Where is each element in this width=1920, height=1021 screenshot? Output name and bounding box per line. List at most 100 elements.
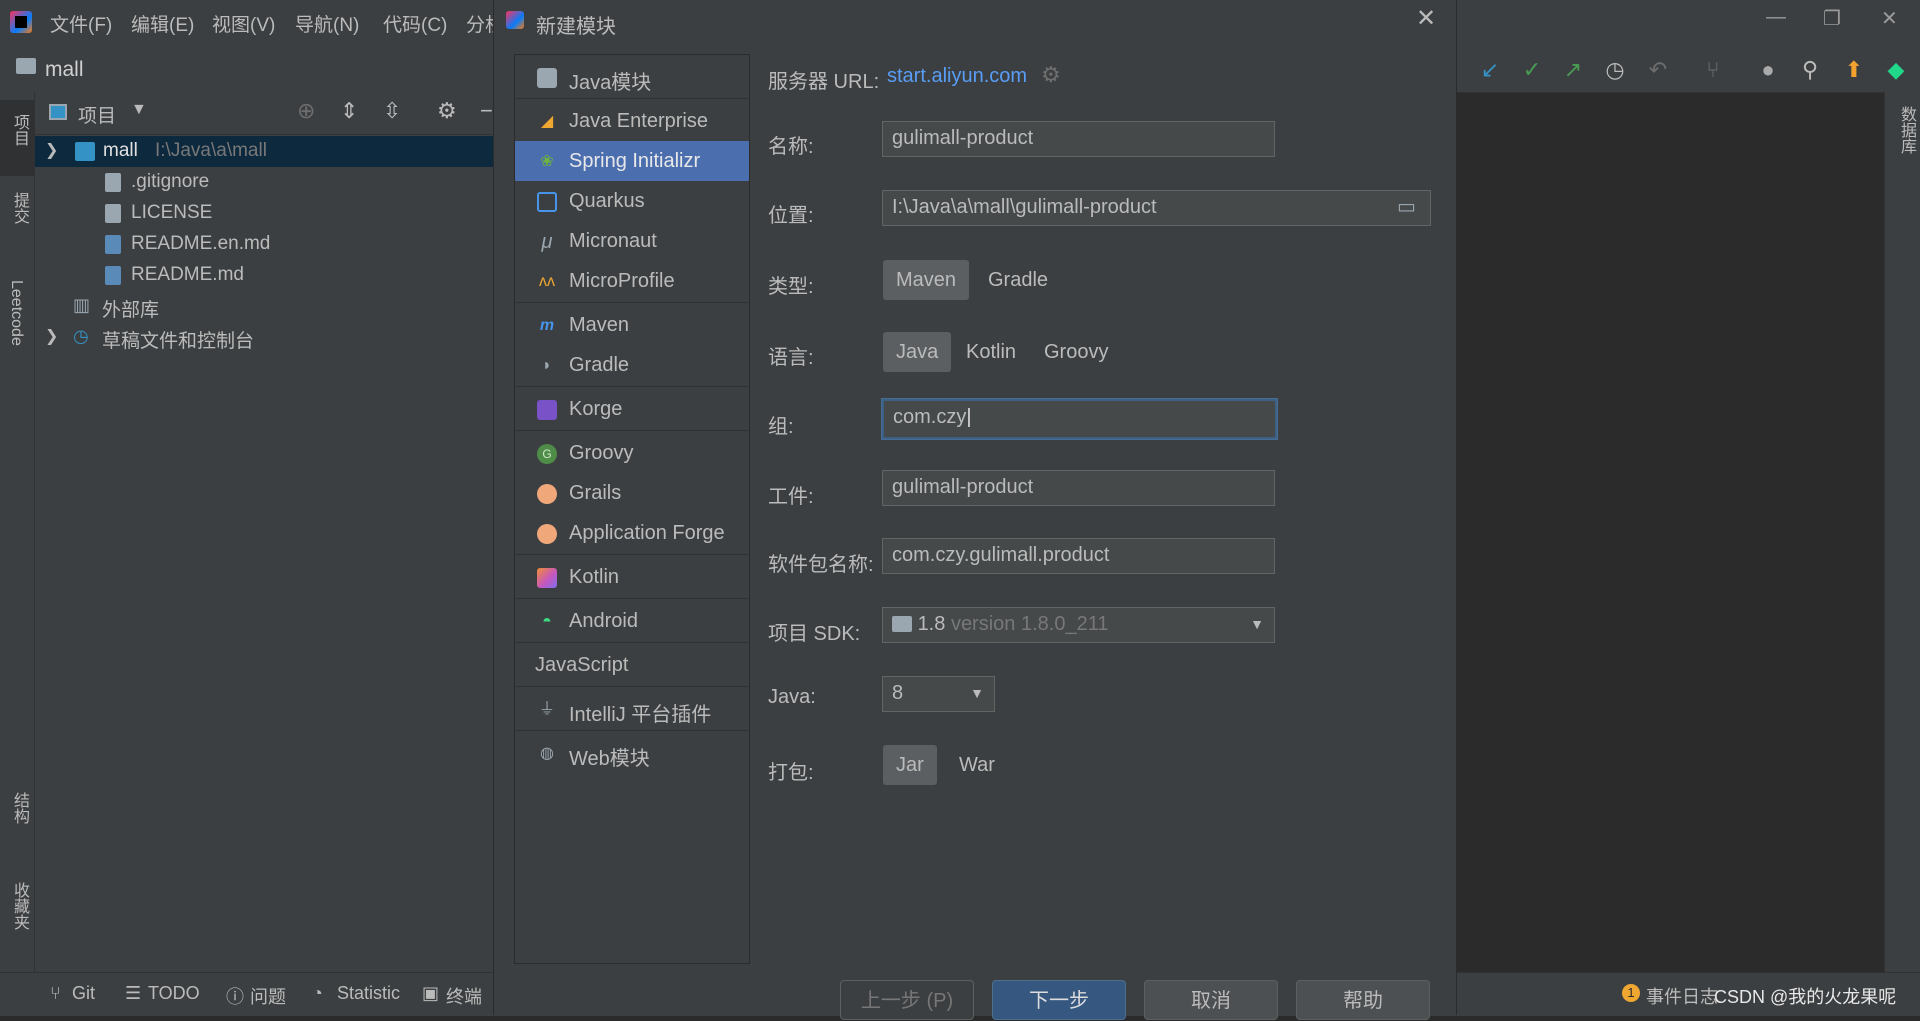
artifact-field[interactable]: gulimall-product [882, 470, 1275, 506]
tree-row-external-libraries[interactable]: ▥ 外部库 [35, 291, 493, 322]
tree-row-readme-en[interactable]: README.en.md [35, 229, 493, 260]
packaging-jar-toggle[interactable]: Jar [883, 745, 937, 785]
rollback-icon[interactable]: ↶ [1646, 58, 1670, 82]
tool-tab-terminal[interactable]: 终端 [446, 983, 482, 1009]
tool-tab-structure[interactable]: 结构 [7, 792, 31, 824]
package-name-field[interactable]: com.czy.gulimall.product [882, 538, 1275, 574]
hide-icon[interactable]: − [480, 98, 493, 124]
name-field[interactable]: gulimall-product [882, 121, 1275, 157]
chevron-down-icon: ▼ [1250, 616, 1264, 632]
tool-tab-git[interactable]: Git [72, 983, 95, 1004]
gear-icon[interactable]: ⚙ [1041, 62, 1061, 88]
browse-folder-icon[interactable]: ▭ [1397, 194, 1416, 219]
tool-tab-project[interactable]: 项目 [0, 100, 34, 176]
module-grails[interactable]: Grails [515, 473, 749, 513]
window-close-button[interactable]: ✕ [1881, 6, 1898, 31]
history-icon[interactable]: ◷ [1603, 58, 1627, 82]
module-micronaut[interactable]: μ Micronaut [515, 221, 749, 261]
tool-tab-database[interactable]: 数据库 [1894, 106, 1918, 154]
module-microprofile[interactable]: ʌʌ MicroProfile [515, 261, 749, 301]
project-view-label[interactable]: 项目 [78, 101, 116, 128]
module-spring-initializr[interactable]: ❀ Spring Initializr [515, 141, 749, 181]
breadcrumb-project[interactable]: mall [45, 58, 84, 82]
module-groovy[interactable]: G Groovy [515, 433, 749, 473]
event-log-button[interactable]: 事件日志 [1646, 983, 1718, 1009]
tool-tab-commit[interactable]: 提交 [7, 192, 31, 224]
vcs-commit-icon[interactable]: ✓ [1520, 58, 1544, 82]
module-java[interactable]: Java模块 [515, 57, 749, 97]
close-icon[interactable]: ✕ [1416, 4, 1436, 33]
tree-row-gitignore[interactable]: .gitignore [35, 167, 493, 198]
tool-tab-favorites[interactable]: 收藏夹 [7, 882, 31, 930]
chevron-right-icon[interactable]: ❯ [45, 326, 58, 346]
module-kotlin[interactable]: Kotlin [515, 557, 749, 597]
tree-row-license[interactable]: LICENSE [35, 198, 493, 229]
packaging-war-toggle[interactable]: War [946, 745, 1008, 785]
tree-label: .gitignore [131, 171, 210, 192]
language-kotlin-toggle[interactable]: Kotlin [953, 332, 1029, 372]
module-label: Web模块 [569, 748, 650, 770]
help-button[interactable]: 帮助 [1296, 980, 1430, 1020]
maven-icon: m [539, 317, 555, 334]
location-field[interactable]: I:\Java\a\mall\gulimall-product [882, 190, 1431, 226]
search-icon[interactable]: ⚲ [1798, 58, 1822, 82]
module-android[interactable]: ◓ Android [515, 601, 749, 641]
next-button[interactable]: 下一步 [992, 980, 1126, 1020]
module-maven[interactable]: m Maven [515, 305, 749, 345]
locate-icon[interactable]: ⊕ [297, 98, 315, 124]
menu-edit[interactable]: 编辑(E) [131, 10, 194, 37]
language-java-toggle[interactable]: Java [883, 332, 952, 372]
type-gradle-toggle[interactable]: Gradle [975, 260, 1061, 300]
project-sdk-label: 项目 SDK: [768, 623, 861, 645]
plugin-logo-icon[interactable]: ◆ [1884, 58, 1908, 82]
server-url-link[interactable]: start.aliyun.com [887, 65, 1027, 88]
module-intellij-plugin[interactable]: ⏚ IntelliJ 平台插件 [515, 689, 749, 729]
project-sdk-dropdown[interactable]: 1.8 version 1.8.0_211 ▼ [882, 607, 1275, 643]
tree-label: 草稿文件和控制台 [102, 331, 255, 352]
module-java-enterprise[interactable]: ◢ Java Enterprise [515, 101, 749, 141]
module-label: Grails [569, 482, 622, 504]
gear-icon[interactable]: ⚙ [437, 98, 457, 124]
module-quarkus[interactable]: Quarkus [515, 181, 749, 221]
collapse-all-icon[interactable]: ⇳ [383, 98, 401, 124]
vcs-push-icon[interactable]: ↗ [1561, 58, 1585, 82]
tool-tab-statistic[interactable]: Statistic [337, 983, 400, 1004]
module-application-forge[interactable]: Application Forge [515, 513, 749, 553]
tree-row-scratches[interactable]: ❯ ◷ 草稿文件和控制台 [35, 322, 493, 353]
new-module-dialog: 新建模块 ✕ Java模块 ◢ Java Enterprise ❀ Spring… [493, 0, 1457, 1020]
type-maven-toggle[interactable]: Maven [883, 260, 970, 300]
user-icon[interactable]: ● [1756, 58, 1780, 82]
update-icon[interactable]: ⬆ [1842, 58, 1866, 82]
menu-navigate[interactable]: 导航(N) [295, 10, 359, 37]
quarkus-icon [537, 192, 557, 212]
module-korge[interactable]: Korge [515, 389, 749, 429]
tool-tab-leetcode[interactable]: Leetcode [7, 280, 25, 346]
tool-tab-problems[interactable]: 问题 [250, 983, 286, 1009]
tool-tab-todo[interactable]: TODO [148, 983, 200, 1004]
tree-row-mall[interactable]: ❯ mall I:\Java\a\mall [35, 136, 493, 167]
menu-file[interactable]: 文件(F) [50, 10, 112, 37]
expand-all-icon[interactable]: ⇕ [340, 98, 358, 124]
group-field[interactable]: com.czy| [881, 398, 1278, 440]
module-label: Gradle [569, 354, 630, 376]
module-web[interactable]: ◍ Web模块 [515, 733, 749, 773]
menu-view[interactable]: 视图(V) [212, 10, 275, 37]
java-enterprise-icon: ◢ [540, 113, 554, 130]
vcs-update-icon[interactable]: ↙ [1478, 58, 1502, 82]
language-groovy-toggle[interactable]: Groovy [1031, 332, 1121, 372]
tree-row-readme[interactable]: README.md [35, 260, 493, 291]
previous-button[interactable]: 上一步 (P) [840, 980, 974, 1020]
cancel-button[interactable]: 取消 [1144, 980, 1278, 1020]
chevron-down-icon[interactable]: ▼ [131, 101, 147, 119]
vcs-branches-icon[interactable]: ⑂ [1701, 58, 1725, 82]
restore-button[interactable]: ❐ [1823, 6, 1841, 31]
module-javascript[interactable]: JavaScript [515, 645, 749, 685]
intellij-logo-icon [10, 11, 32, 33]
chevron-down-icon[interactable]: ❯ [45, 140, 58, 160]
text-file-icon [105, 204, 121, 223]
java-version-dropdown[interactable]: 8 ▼ [882, 676, 995, 712]
minimize-button[interactable]: — [1766, 6, 1786, 29]
menu-code[interactable]: 代码(C) [383, 10, 447, 37]
microprofile-icon: ʌʌ [539, 273, 555, 290]
module-gradle[interactable]: ◗ Gradle [515, 345, 749, 385]
